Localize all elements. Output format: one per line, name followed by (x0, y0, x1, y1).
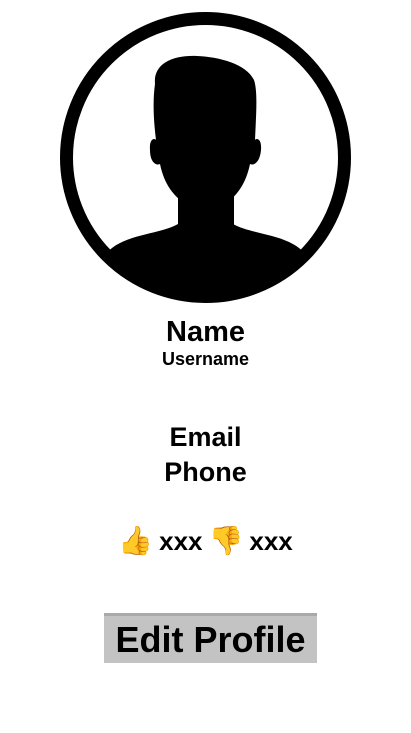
thumbs-down-icon[interactable]: 👎 (209, 522, 244, 560)
profile-username: Username (161, 349, 250, 369)
dislikes-count: xxx (249, 526, 293, 556)
likes-count: xxx (159, 526, 203, 556)
thumbs-up-icon[interactable]: 👍 (118, 522, 153, 560)
profile-phone: Phone (164, 457, 247, 487)
user-silhouette-icon (60, 12, 351, 303)
profile-name: Name (166, 316, 245, 348)
ratings-row: 👍 xxx 👎 xxx (0, 522, 411, 560)
avatar (60, 12, 351, 303)
edit-profile-button[interactable]: Edit Profile (104, 613, 317, 663)
profile-email: Email (169, 422, 242, 452)
